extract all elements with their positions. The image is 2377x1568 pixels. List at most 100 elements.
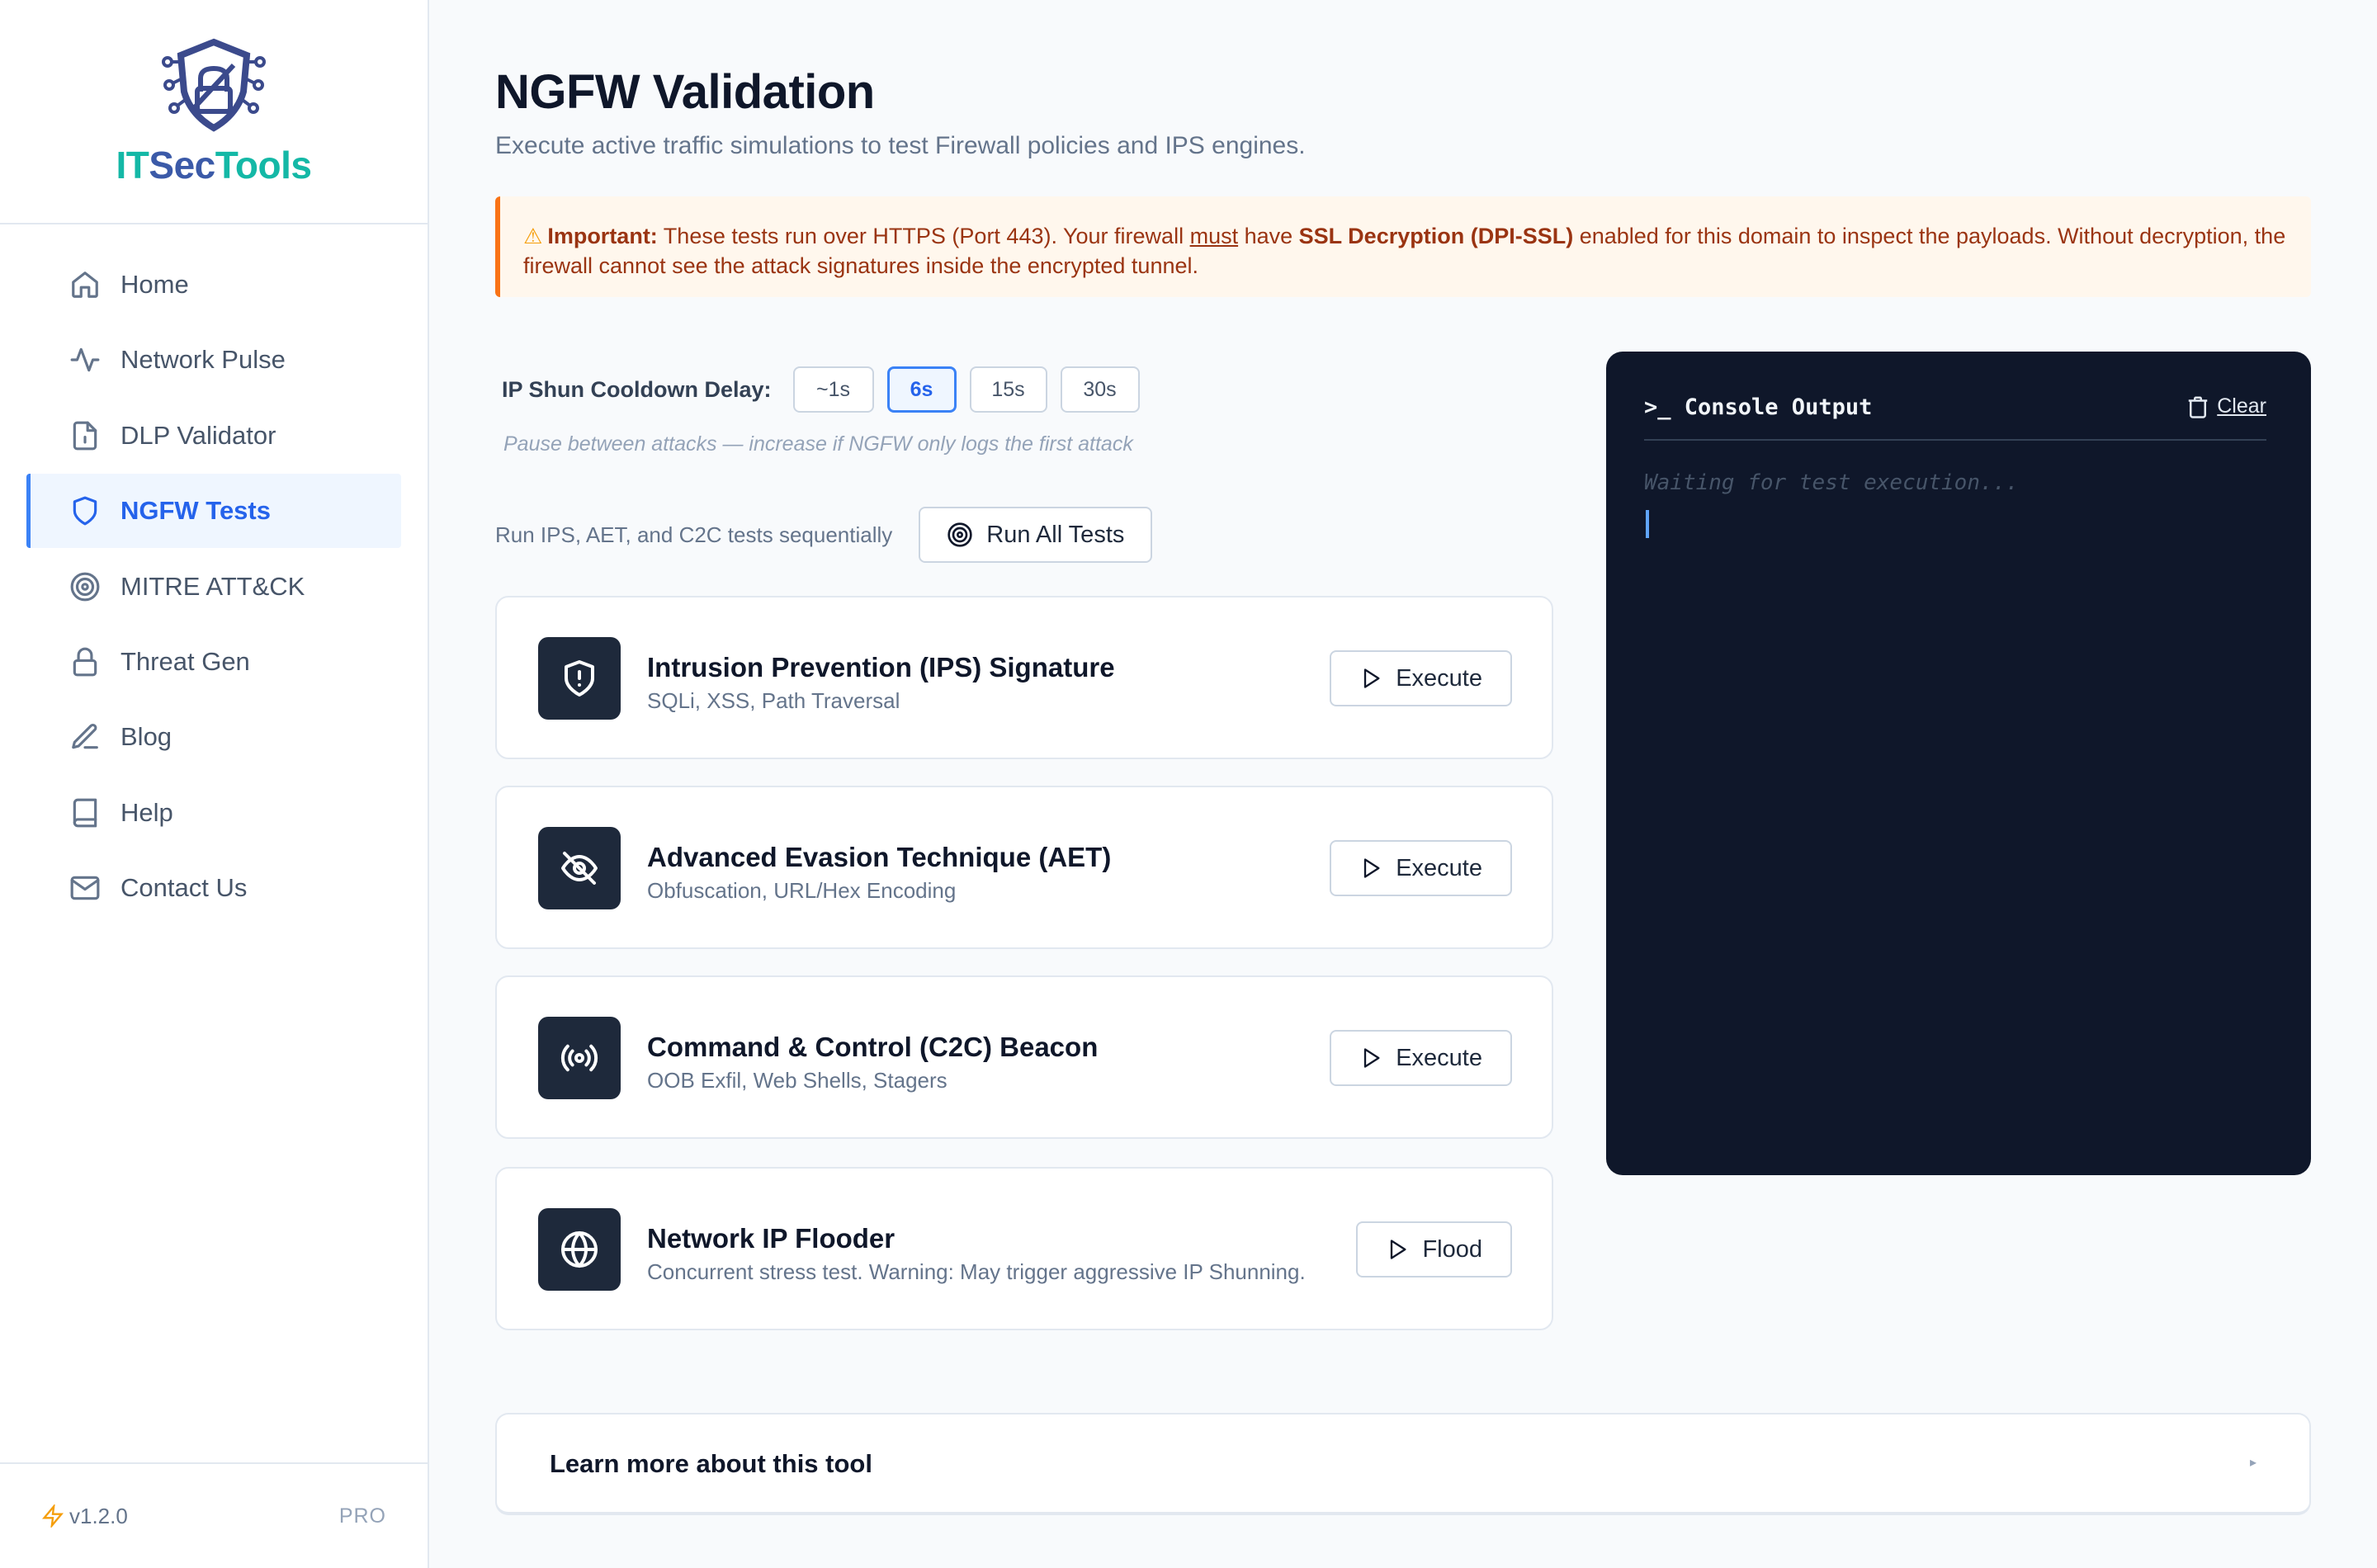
alert-emphasis: must (1189, 224, 1239, 248)
lightning-icon (42, 1504, 64, 1528)
sidebar-item-label: MITRE ATT&CK (121, 571, 305, 601)
tier-badge: PRO (338, 1504, 386, 1528)
sidebar-footer: v1.2.0 PRO (0, 1462, 428, 1568)
flood-label: Flood (1422, 1235, 1482, 1263)
execute-label: Execute (1396, 664, 1482, 692)
page-title: NGFW Validation (495, 65, 875, 119)
sidebar-item-network-pulse[interactable]: Network Pulse (26, 323, 401, 397)
sidebar-item-label: Network Pulse (121, 345, 286, 375)
alert-strong: SSL Decryption (DPI-SSL) (1298, 224, 1574, 248)
cooldown-selector: IP Shun Cooldown Delay: ~1s 6s 15s 30s (502, 366, 1153, 413)
cooldown-hint: Pause between attacks — increase if NGFW… (503, 432, 1133, 456)
file-icon (73, 421, 97, 451)
expand-arrow-icon: ▸ (2249, 1456, 2256, 1470)
cooldown-option-15s[interactable]: 15s (969, 366, 1047, 413)
cooldown-option-30s[interactable]: 30s (1060, 366, 1140, 413)
console-header: >_ Console Output Clear (1644, 394, 2266, 441)
test-icon-container (538, 827, 621, 909)
sidebar-nav: Home Network Pulse DLP Validator NGFW Te… (26, 248, 401, 927)
shield-circuit-logo-icon (162, 38, 266, 132)
home-icon (72, 272, 98, 298)
sidebar-item-threat-gen[interactable]: Threat Gen (26, 625, 401, 699)
play-icon (1364, 668, 1380, 688)
shield-alert-icon (565, 660, 594, 697)
test-icon-container (538, 637, 621, 720)
sidebar-item-contact-us[interactable]: Contact Us (26, 851, 401, 925)
eye-off-icon (561, 852, 598, 885)
sidebar: ITSecTools Home Network Pulse DLP Valida… (0, 0, 429, 1568)
globe-icon (561, 1231, 598, 1268)
execute-aet-button[interactable]: Execute (1330, 840, 1512, 896)
mail-icon (70, 876, 100, 900)
console-title: >_ Console Output (1644, 394, 1873, 420)
execute-c2c-button[interactable]: Execute (1330, 1030, 1512, 1086)
console-placeholder: Waiting for test execution... (1644, 470, 2019, 495)
activity-icon (70, 348, 100, 372)
brand-name-sec: Sec (149, 144, 215, 187)
radio-icon (560, 1044, 598, 1072)
cooldown-label: IP Shun Cooldown Delay: (502, 376, 772, 402)
test-description: OOB Exfil, Web Shells, Stagers (647, 1068, 947, 1093)
clear-console-button[interactable]: Clear (2186, 394, 2266, 439)
test-description: SQLi, XSS, Path Traversal (647, 688, 900, 713)
target-icon (947, 522, 972, 547)
test-icon-container (538, 1208, 621, 1291)
sidebar-item-mitre-attack[interactable]: MITRE ATT&CK (26, 550, 401, 624)
warning-icon: ⚠ (523, 224, 543, 248)
test-title: Network IP Flooder (647, 1223, 896, 1254)
alert-text: These tests run over HTTPS (Port 443). Y… (657, 224, 1190, 248)
sidebar-item-label: Threat Gen (121, 646, 250, 676)
sidebar-item-ngfw-tests[interactable]: NGFW Tests (26, 474, 401, 549)
sidebar-item-label: Home (121, 270, 189, 299)
flood-button[interactable]: Flood (1356, 1221, 1512, 1278)
run-all-row: Run IPS, AET, and C2C tests sequentially… (495, 507, 1153, 563)
sidebar-item-label: DLP Validator (121, 420, 276, 450)
target-icon (70, 572, 100, 601)
execute-label: Execute (1396, 854, 1482, 881)
test-description: Concurrent stress test. Warning: May tri… (647, 1259, 1306, 1284)
console-cursor (1646, 510, 1649, 538)
sidebar-item-help[interactable]: Help (26, 776, 401, 850)
alert-text: have (1238, 224, 1299, 248)
trash-icon (2189, 396, 2208, 418)
sidebar-item-blog[interactable]: Blog (26, 700, 401, 774)
console-panel: >_ Console Output Clear Waiting for test… (1606, 352, 2311, 1175)
brand-name: ITSecTools (116, 143, 312, 187)
shield-icon (73, 496, 97, 526)
alert-label: Important: (547, 224, 658, 248)
run-all-tests-button[interactable]: Run All Tests (919, 507, 1153, 563)
sidebar-item-dlp-validator[interactable]: DLP Validator (26, 399, 401, 473)
clear-label: Clear (2217, 394, 2266, 418)
version-label: v1.2.0 (69, 1503, 128, 1528)
test-icon-container (538, 1017, 621, 1099)
brand-name-tools: Tools (215, 144, 312, 187)
execute-ips-button[interactable]: Execute (1330, 650, 1512, 706)
brand-name-it: IT (116, 144, 149, 187)
brand-logo[interactable]: ITSecTools (0, 0, 428, 224)
sidebar-item-home[interactable]: Home (26, 248, 401, 322)
test-title: Advanced Evasion Technique (AET) (647, 842, 1112, 872)
play-icon (1364, 858, 1380, 878)
play-icon (1364, 1048, 1380, 1068)
run-all-tests-label: Run All Tests (986, 521, 1125, 548)
sidebar-item-label: NGFW Tests (121, 496, 271, 526)
execute-label: Execute (1396, 1044, 1482, 1071)
test-title: Intrusion Prevention (IPS) Signature (647, 652, 1115, 682)
sidebar-item-label: Contact Us (121, 873, 248, 903)
test-card-c2c: Command & Control (C2C) Beacon OOB Exfil… (495, 975, 1553, 1139)
book-icon (73, 798, 97, 828)
play-icon (1391, 1240, 1406, 1259)
sidebar-item-label: Help (121, 797, 173, 827)
test-title: Command & Control (C2C) Beacon (647, 1032, 1099, 1062)
learn-more-accordion[interactable]: Learn more about this tool ▸ (495, 1413, 2311, 1515)
test-card-ip-flooder: Network IP Flooder Concurrent stress tes… (495, 1167, 1553, 1330)
cooldown-option-6s[interactable]: 6s (886, 366, 957, 413)
test-card-aet: Advanced Evasion Technique (AET) Obfusca… (495, 786, 1553, 949)
run-all-description: Run IPS, AET, and C2C tests sequentially (495, 522, 893, 547)
test-description: Obfuscation, URL/Hex Encoding (647, 878, 957, 903)
lock-icon (73, 647, 97, 677)
learn-more-title: Learn more about this tool (550, 1449, 872, 1478)
sidebar-item-label: Blog (121, 722, 172, 752)
cooldown-option-1s[interactable]: ~1s (792, 366, 874, 413)
pen-icon (72, 724, 98, 749)
